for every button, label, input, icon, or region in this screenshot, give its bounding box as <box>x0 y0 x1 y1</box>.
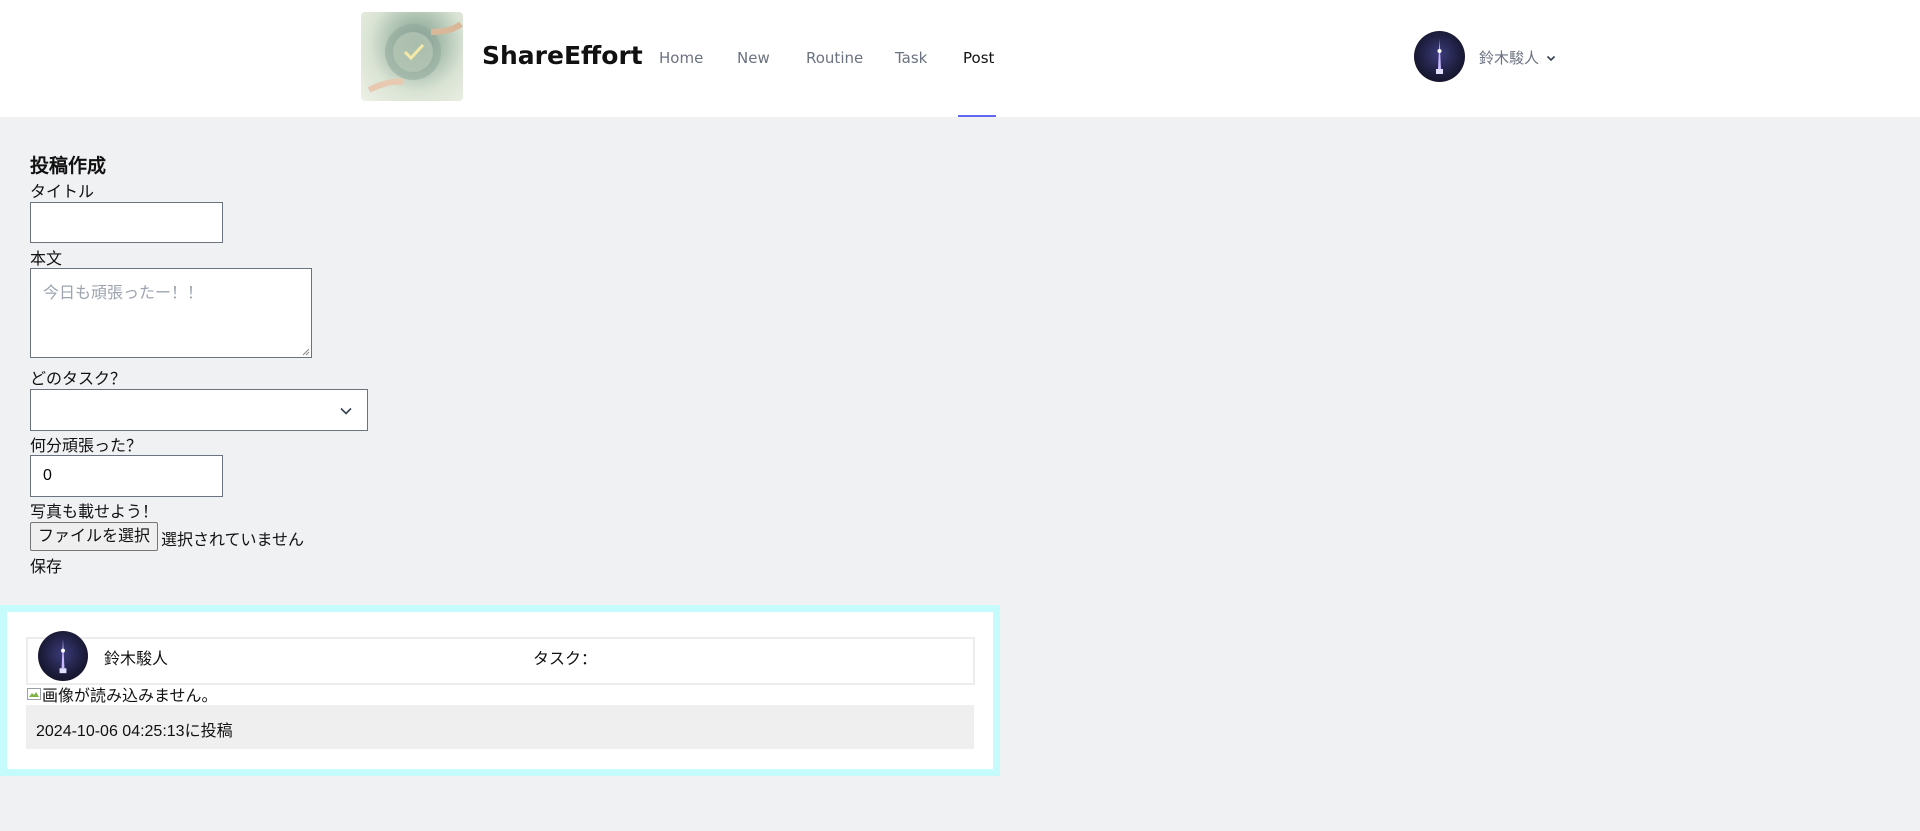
post-header <box>26 637 975 685</box>
body-label: 本文 <box>30 251 63 268</box>
file-select-button[interactable]: ファイルを選択 <box>30 522 159 551</box>
file-status: 選択されていません <box>161 532 305 549</box>
logo-image[interactable] <box>361 12 463 101</box>
brand-name[interactable]: ShareEffort <box>482 41 643 70</box>
resize-grip-icon[interactable] <box>302 348 310 356</box>
task-label: どのタスク？ <box>30 371 127 388</box>
nav-task[interactable]: Task <box>895 49 927 67</box>
post-username[interactable]: 鈴木駿人 <box>104 645 168 669</box>
avatar-tower-icon <box>1436 39 1443 74</box>
title-input[interactable] <box>30 202 223 243</box>
post-image-alt: 画像が読み込みません。 <box>42 688 218 705</box>
post-image: 画像が読み込みません。 <box>26 682 218 706</box>
chevron-down-icon <box>1546 55 1556 61</box>
post-timestamp: 2024-10-06 04:25:13に投稿 <box>36 723 233 740</box>
active-nav-indicator <box>958 115 996 117</box>
post-user-avatar[interactable] <box>38 631 88 681</box>
title-label: タイトル <box>30 184 95 201</box>
body-textarea[interactable]: 今日も頑張ったー！！ <box>30 268 312 358</box>
minutes-input[interactable] <box>30 455 223 497</box>
nav-home[interactable]: Home <box>659 49 703 67</box>
user-menu-dropdown[interactable]: 鈴木駿人 <box>1479 47 1557 68</box>
user-avatar[interactable] <box>1414 31 1465 82</box>
nav-new[interactable]: New <box>737 49 770 67</box>
task-select[interactable] <box>30 389 368 431</box>
photo-label: 写真も載せよう！ <box>30 504 159 521</box>
save-button[interactable]: 保存 <box>30 553 62 577</box>
body-placeholder: 今日も頑張ったー！！ <box>43 285 204 302</box>
logo-illustration-icon <box>367 21 463 93</box>
chevron-down-icon <box>340 407 352 415</box>
broken-image-icon <box>27 688 41 700</box>
nav-post[interactable]: Post <box>963 49 994 67</box>
user-menu-name: 鈴木駿人 <box>1479 49 1540 67</box>
top-navbar: ShareEffort Home New Routine Task Post 鈴… <box>0 0 1920 117</box>
form-title: 投稿作成 <box>30 156 107 177</box>
avatar-tower-icon <box>59 638 67 674</box>
post-task-label: タスク： <box>533 651 598 668</box>
nav-routine[interactable]: Routine <box>806 49 863 67</box>
minutes-label: 何分頑張った？ <box>30 438 143 455</box>
